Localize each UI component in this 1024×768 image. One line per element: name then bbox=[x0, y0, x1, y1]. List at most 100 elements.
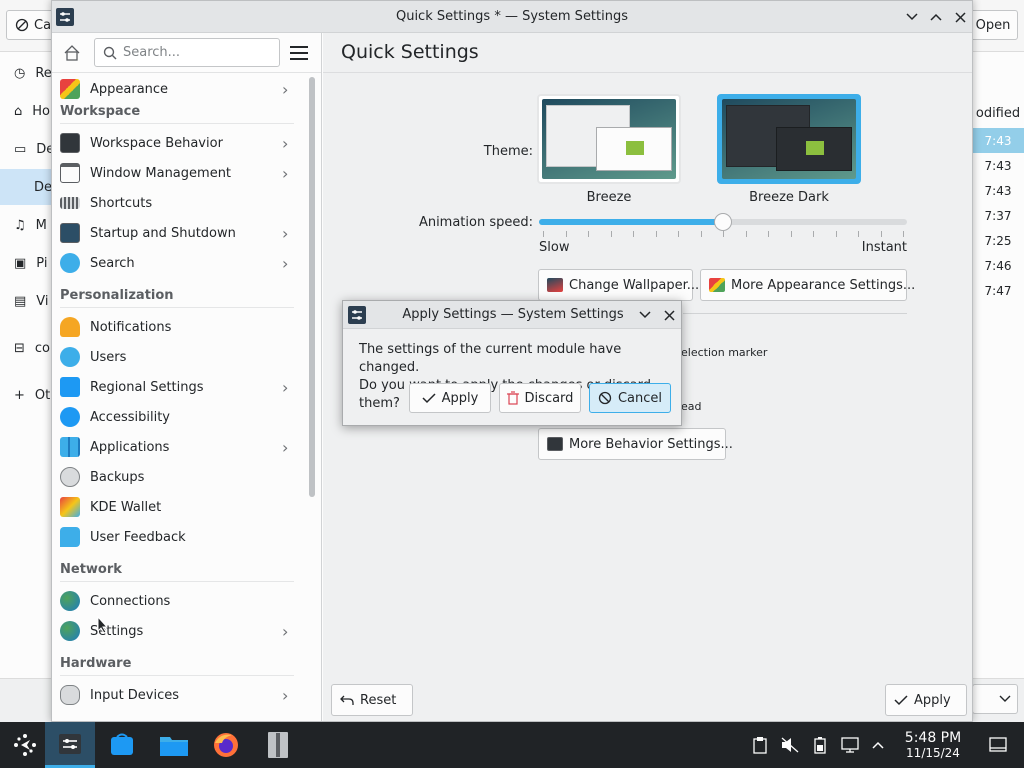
more-appearance-settings-button[interactable]: More Appearance Settings... bbox=[700, 269, 915, 301]
place-item[interactable]: ⌂ Ho bbox=[0, 96, 52, 126]
taskbar-firefox[interactable] bbox=[201, 722, 251, 768]
discover-store-icon bbox=[111, 733, 133, 755]
slider-tick bbox=[813, 231, 814, 237]
sidebar-scrollbar-thumb[interactable] bbox=[309, 77, 315, 497]
animation-speed-handle[interactable] bbox=[714, 213, 732, 231]
background-open-button[interactable]: Open bbox=[968, 10, 1018, 40]
place-item[interactable]: ▣ Pi bbox=[0, 248, 52, 278]
place-item[interactable]: + Ot bbox=[0, 380, 52, 410]
dialog-titlebar[interactable]: Apply Settings — System Settings bbox=[343, 301, 681, 329]
battery-icon[interactable] bbox=[810, 735, 830, 755]
file-row-time[interactable]: 7:47 bbox=[972, 278, 1024, 303]
backups-icon bbox=[60, 467, 80, 487]
chevron-down-icon bbox=[999, 695, 1011, 702]
file-row-time[interactable]: 7:43 bbox=[972, 178, 1024, 203]
dialog-apply-button[interactable]: Apply bbox=[409, 383, 491, 413]
slider-tick bbox=[655, 231, 657, 237]
chevron-up-icon[interactable] bbox=[868, 735, 888, 755]
sidebar-item-window-management[interactable]: Window Management › bbox=[52, 158, 308, 188]
place-item[interactable]: ▤ Vi bbox=[0, 286, 52, 316]
keyboard-icon bbox=[60, 197, 80, 209]
chevron-right-icon: › bbox=[282, 163, 289, 183]
appearance-icon bbox=[709, 278, 725, 292]
window-titlebar[interactable]: Quick Settings * — System Settings bbox=[52, 1, 972, 33]
sidebar-item-network-settings[interactable]: Settings › bbox=[52, 616, 308, 646]
dialog-cancel-button[interactable]: Cancel bbox=[589, 383, 671, 413]
search-input[interactable] bbox=[123, 45, 263, 60]
dialog-discard-button[interactable]: Discard bbox=[499, 383, 581, 413]
home-button[interactable] bbox=[62, 43, 82, 63]
sidebar-item-applications[interactable]: Applications › bbox=[52, 432, 308, 462]
drive-icon: ⊟ bbox=[14, 340, 25, 356]
background-file-list: odified 7:43 7:43 7:43 7:37 7:25 7:46 7:… bbox=[972, 52, 1024, 678]
content-header: Quick Settings bbox=[323, 33, 972, 73]
dialog-close-button[interactable] bbox=[659, 305, 679, 325]
background-filter-select[interactable] bbox=[972, 684, 1018, 714]
regional-settings-icon bbox=[60, 377, 80, 397]
appearance-icon bbox=[60, 79, 80, 99]
slider-tick bbox=[678, 231, 679, 237]
slider-min-label: Slow bbox=[539, 240, 570, 255]
maximize-button[interactable] bbox=[926, 7, 946, 27]
sidebar-item-kde-wallet[interactable]: KDE Wallet bbox=[52, 492, 308, 522]
file-row-time[interactable]: 7:43 bbox=[972, 153, 1024, 178]
hamburger-menu-icon bbox=[290, 46, 308, 48]
search-field[interactable] bbox=[94, 38, 280, 67]
animation-speed-slider[interactable] bbox=[539, 213, 907, 231]
sidebar-scrollbar[interactable] bbox=[309, 77, 315, 497]
sidebar-item-notifications[interactable]: Notifications bbox=[52, 312, 308, 342]
globe-icon bbox=[60, 591, 80, 611]
hamburger-menu-button[interactable] bbox=[290, 44, 308, 62]
sidebar-item-backups[interactable]: Backups bbox=[52, 462, 308, 492]
home-icon bbox=[64, 45, 80, 61]
sidebar-item-startup-shutdown[interactable]: Startup and Shutdown › bbox=[52, 218, 308, 248]
taskbar-dolphin[interactable] bbox=[149, 722, 199, 768]
dialog-minimize-button[interactable] bbox=[635, 305, 655, 325]
file-row-time[interactable]: 7:46 bbox=[972, 253, 1024, 278]
sidebar-item-accessibility[interactable]: Accessibility bbox=[52, 402, 308, 432]
minimize-button[interactable] bbox=[902, 7, 922, 27]
sidebar-item-regional-settings[interactable]: Regional Settings › bbox=[52, 372, 308, 402]
sidebar-item-input-devices[interactable]: Input Devices › bbox=[52, 680, 308, 710]
sidebar-item-workspace-behavior[interactable]: Workspace Behavior › bbox=[52, 128, 308, 158]
more-behavior-settings-button[interactable]: More Behavior Settings... bbox=[538, 428, 733, 460]
sidebar-item-user-feedback[interactable]: User Feedback bbox=[52, 522, 308, 552]
taskbar-system-settings[interactable] bbox=[45, 722, 95, 768]
taskbar-archive-manager[interactable] bbox=[253, 722, 303, 768]
cancel-icon bbox=[15, 18, 29, 32]
search-icon bbox=[103, 46, 117, 59]
theme-breeze-dark-label: Breeze Dark bbox=[749, 190, 829, 205]
modified-column-header[interactable]: odified bbox=[972, 100, 1024, 126]
theme-breeze-dark-card[interactable] bbox=[717, 94, 861, 184]
sidebar-item-search[interactable]: Search › bbox=[52, 248, 308, 278]
application-launcher-button[interactable] bbox=[0, 722, 50, 768]
place-item[interactable]: ♫ M bbox=[0, 210, 52, 240]
apply-button[interactable]: Apply bbox=[885, 684, 967, 716]
place-item[interactable]: De bbox=[0, 169, 52, 205]
volume-muted-icon[interactable] bbox=[780, 735, 800, 755]
place-item[interactable]: ⊟ co bbox=[0, 333, 52, 363]
sidebar-item-users[interactable]: Users bbox=[52, 342, 308, 372]
place-item[interactable]: ◷ Re bbox=[0, 58, 52, 88]
chevron-right-icon: › bbox=[282, 685, 289, 705]
theme-breeze-card[interactable] bbox=[537, 94, 681, 184]
file-row-time[interactable]: 7:25 bbox=[972, 228, 1024, 253]
theme-breeze-label: Breeze bbox=[586, 190, 632, 205]
sidebar-item-connections[interactable]: Connections bbox=[52, 586, 308, 616]
place-item[interactable]: ▭ De bbox=[0, 134, 54, 164]
taskbar-discover[interactable] bbox=[97, 722, 147, 768]
change-wallpaper-button[interactable]: Change Wallpaper... bbox=[538, 269, 699, 301]
sidebar-item-shortcuts[interactable]: Shortcuts bbox=[52, 188, 308, 218]
file-row-time[interactable]: 7:43 bbox=[972, 128, 1024, 153]
chevron-right-icon: › bbox=[282, 377, 289, 397]
close-button[interactable] bbox=[950, 7, 970, 27]
wallpaper-icon bbox=[547, 278, 563, 292]
slider-tick bbox=[768, 231, 769, 237]
clipboard-tray-icon[interactable] bbox=[750, 735, 770, 755]
clock-time: 5:48 PM bbox=[904, 730, 962, 746]
show-desktop-icon[interactable] bbox=[988, 735, 1008, 755]
digital-clock[interactable]: 5:48 PM 11/15/24 bbox=[896, 731, 970, 761]
file-row-time[interactable]: 7:37 bbox=[972, 203, 1024, 228]
reset-button[interactable]: Reset bbox=[331, 684, 413, 716]
network-tray-icon[interactable] bbox=[840, 735, 860, 755]
